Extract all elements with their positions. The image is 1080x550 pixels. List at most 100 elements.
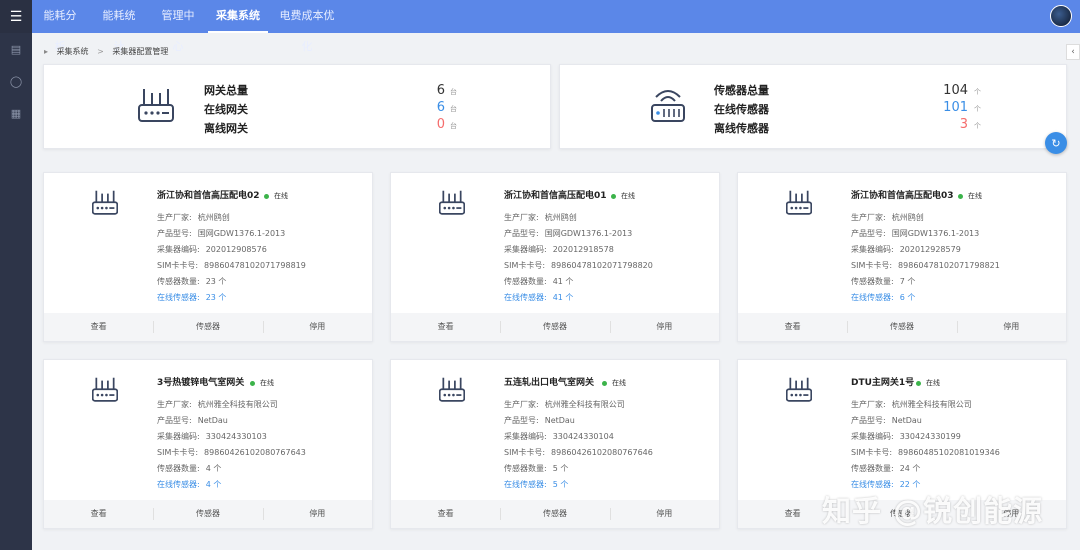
sensor-online-label: 在线传感器 — [714, 103, 769, 116]
card-actions: 查看 传感器 停用 — [738, 313, 1066, 341]
top-nav: 能耗分析 能耗统计 管理中心 采集系统 电费成本优化 — [32, 0, 1080, 53]
sensors-button[interactable]: 传感器 — [500, 500, 609, 528]
gateway-offline-label: 离线网关 — [204, 122, 248, 135]
menu-icon[interactable]: ☰ — [0, 0, 32, 33]
sensor-offline-unit: 个 — [974, 122, 981, 130]
model-row: 产品型号: 国网GDW1376.1-2013 — [157, 228, 285, 239]
view-button[interactable]: 查看 — [44, 500, 153, 528]
sensor-count-value: 5 个 — [552, 464, 569, 473]
sensor-count-row: 传感器数量: 5 个 — [504, 463, 568, 474]
model-value: NetDau — [544, 416, 575, 425]
disable-button[interactable]: 停用 — [609, 500, 719, 528]
sensor-count-label: 传感器数量: — [851, 277, 894, 286]
code-label: 采集器编码: — [157, 245, 200, 254]
sim-row: SIM卡卡号: 89860426102080767646 — [504, 447, 653, 458]
sensors-button[interactable]: 传感器 — [153, 500, 262, 528]
sensor-count-value: 23 个 — [205, 277, 227, 286]
sensor-count-value: 7 个 — [899, 277, 916, 286]
manufacturer-row: 生产厂家: 杭州雅全科技有限公司 — [851, 399, 972, 410]
code-value: 202012928579 — [899, 245, 961, 254]
disable-button[interactable]: 停用 — [262, 500, 372, 528]
monitor-icon[interactable]: ▤ — [0, 33, 32, 65]
code-label: 采集器编码: — [157, 432, 200, 441]
online-sensor-row[interactable]: 在线传感器: 4 个 — [157, 479, 221, 490]
breadcrumb: ▸ 采集系统 > 采集器配置管理 — [44, 46, 168, 57]
sensors-button[interactable]: 传感器 — [847, 313, 956, 341]
lock-icon[interactable]: ◯ — [0, 65, 32, 97]
model-value: NetDau — [891, 416, 922, 425]
model-label: 产品型号: — [157, 416, 192, 425]
sidebar: ☰ ▤ ◯ ▦ — [0, 0, 32, 550]
status-text: 在线 — [612, 379, 626, 387]
router-icon — [439, 377, 465, 402]
model-row: 产品型号: NetDau — [504, 415, 575, 426]
gateway-offline-value: 0 — [436, 117, 445, 132]
sim-label: SIM卡卡号: — [157, 448, 199, 457]
online-sensor-row[interactable]: 在线传感器: 5 个 — [504, 479, 568, 490]
online-sensor-row[interactable]: 在线传感器: 23 个 — [157, 292, 226, 303]
model-label: 产品型号: — [504, 229, 539, 238]
sensor-count-row: 传感器数量: 24 个 — [851, 463, 920, 474]
sensor-count-row: 传感器数量: 41 个 — [504, 276, 573, 287]
view-button[interactable]: 查看 — [738, 313, 847, 341]
gateway-total-value: 6 — [436, 83, 445, 98]
status-text: 在线 — [968, 192, 982, 200]
tab-energy-statistics[interactable]: 能耗统计 — [99, 0, 139, 53]
gateway-title: 浙江协和首信高压配电03 — [851, 191, 954, 201]
code-row: 采集器编码: 202012908576 — [157, 244, 267, 255]
collapse-chevron-icon[interactable]: ‹ — [1066, 44, 1080, 60]
manufacturer-row: 生产厂家: 杭州鸥创 — [504, 212, 577, 223]
gateway-title: 五连轧出口电气室网关 — [504, 378, 595, 388]
gateway-total-label: 网关总量 — [204, 84, 248, 97]
online-sensor-value: 4 个 — [205, 480, 222, 489]
tab-energy-analysis[interactable]: 能耗分析 — [40, 0, 80, 53]
sim-label: SIM卡卡号: — [504, 261, 546, 270]
manufacturer-label: 生产厂家: — [851, 213, 886, 222]
view-button[interactable]: 查看 — [391, 500, 500, 528]
breadcrumb-item-collection-system[interactable]: 采集系统 — [57, 47, 89, 56]
router-icon — [439, 190, 465, 215]
gateway-card: 浙江协和首信高压配电02 在线 生产厂家: 杭州鸥创 产品型号: 国网GDW1376… — [43, 172, 373, 342]
code-row: 采集器编码: 202012918578 — [504, 244, 614, 255]
tab-cost-optimization[interactable]: 电费成本优化 — [277, 0, 337, 53]
model-value: 国网GDW1376.1-2013 — [891, 229, 980, 238]
router-icon — [92, 190, 118, 215]
disable-button[interactable]: 停用 — [262, 313, 372, 341]
gateway-card: 3号热镀锌电气室网关 在线 生产厂家: 杭州雅全科技有限公司 产品型号: NetDa… — [43, 359, 373, 529]
tab-management-center[interactable]: 管理中心 — [158, 0, 198, 53]
model-row: 产品型号: 国网GDW1376.1-2013 — [851, 228, 979, 239]
sim-row: SIM卡卡号: 89860478102071798819 — [157, 260, 306, 271]
online-dot-icon — [602, 380, 607, 386]
online-sensor-row[interactable]: 在线传感器: 6 个 — [851, 292, 915, 303]
card-actions: 查看 传感器 停用 — [44, 500, 372, 528]
gateway-title: 浙江协和首信高压配电01 — [504, 191, 607, 201]
breadcrumb-separator: > — [97, 47, 104, 56]
sim-value: 89860478102071798820 — [551, 261, 653, 270]
status-text: 在线 — [260, 379, 274, 387]
manufacturer-label: 生产厂家: — [504, 400, 539, 409]
disable-button[interactable]: 停用 — [956, 313, 1066, 341]
sensor-count-value: 41 个 — [552, 277, 574, 286]
code-value: 202012918578 — [552, 245, 614, 254]
sensor-count-label: 传感器数量: — [504, 277, 547, 286]
tab-collection-system[interactable]: 采集系统 — [208, 0, 268, 33]
disable-button[interactable]: 停用 — [609, 313, 719, 341]
sensors-button[interactable]: 传感器 — [500, 313, 609, 341]
manufacturer-value: 杭州雅全科技有限公司 — [544, 400, 625, 409]
code-label: 采集器编码: — [504, 245, 547, 254]
model-row: 产品型号: NetDau — [157, 415, 228, 426]
sim-label: SIM卡卡号: — [851, 261, 893, 270]
model-label: 产品型号: — [504, 416, 539, 425]
online-sensor-row[interactable]: 在线传感器: 41 个 — [504, 292, 573, 303]
view-button[interactable]: 查看 — [391, 313, 500, 341]
card-actions: 查看 传感器 停用 — [44, 313, 372, 341]
view-button[interactable]: 查看 — [44, 313, 153, 341]
sim-row: SIM卡卡号: 89860478102071798820 — [504, 260, 653, 271]
sensors-button[interactable]: 传感器 — [153, 313, 262, 341]
refresh-button[interactable]: ↻ — [1045, 132, 1067, 154]
card-actions: 查看 传感器 停用 — [391, 500, 719, 528]
sim-value: 89860485102081019346 — [898, 448, 1000, 457]
avatar[interactable] — [1050, 5, 1072, 27]
card-icon[interactable]: ▦ — [0, 97, 32, 129]
code-row: 采集器编码: 330424330103 — [157, 431, 267, 442]
